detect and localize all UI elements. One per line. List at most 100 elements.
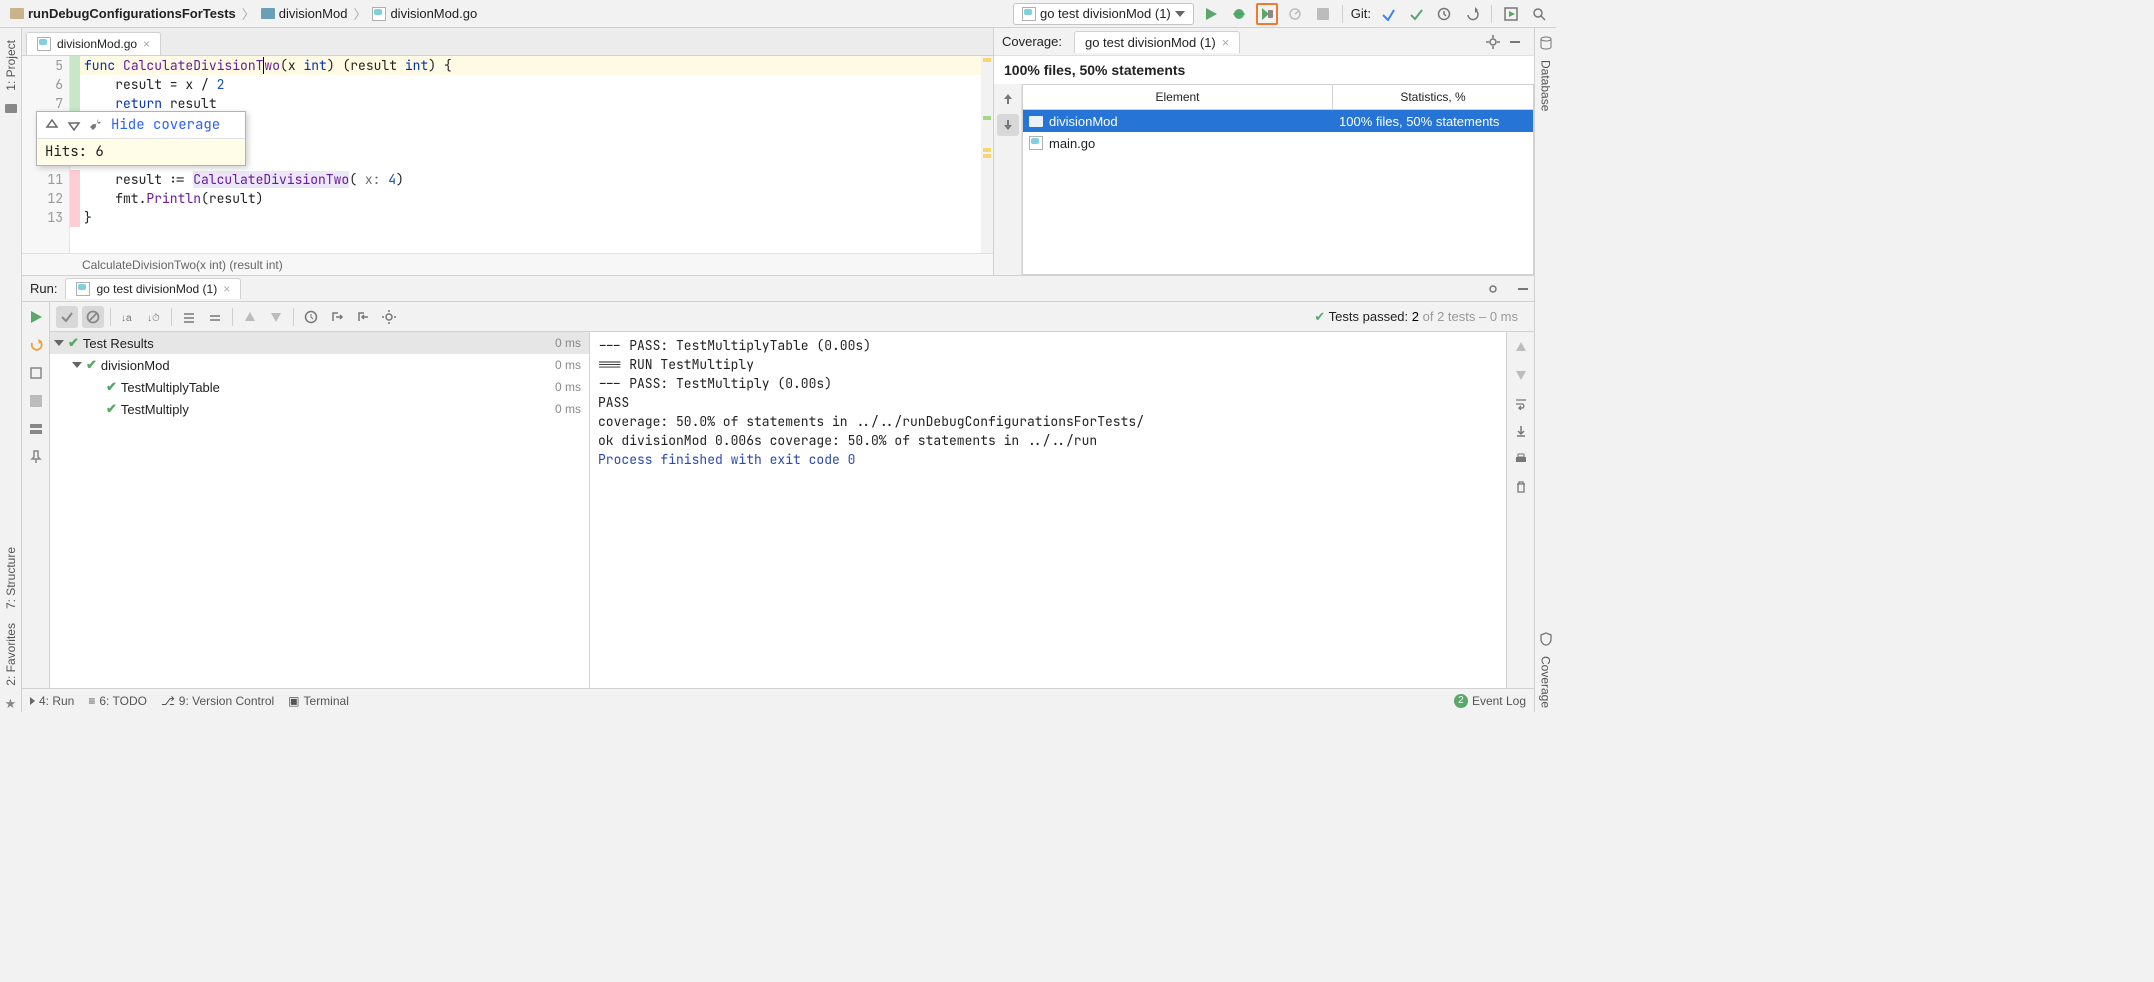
show-passed-button[interactable]	[56, 306, 78, 328]
search-everywhere-button[interactable]	[1528, 3, 1550, 25]
event-log-button[interactable]: 2Event Log	[1454, 694, 1526, 708]
prev-test-button[interactable]	[239, 306, 261, 328]
collapse-all-button[interactable]	[204, 306, 226, 328]
profile-button[interactable]	[1284, 3, 1306, 25]
code-line: fmt.Println(result)	[80, 189, 981, 208]
settings-button[interactable]	[1482, 31, 1504, 53]
expand-all-button[interactable]	[178, 306, 200, 328]
sort-duration-button[interactable]: ↓⏱	[143, 306, 165, 328]
coverage-row[interactable]: main.go	[1023, 132, 1533, 154]
test-tree-item[interactable]: ✔ TestMultiply 0 ms	[50, 398, 589, 420]
test-history-button[interactable]	[300, 306, 322, 328]
import-tests-button[interactable]	[326, 306, 348, 328]
folder-icon	[4, 101, 18, 115]
branch-icon: ⎇	[161, 694, 175, 708]
column-element[interactable]: Element	[1023, 85, 1333, 109]
test-settings-button[interactable]	[378, 306, 400, 328]
vcs-rollback-button[interactable]	[1461, 3, 1483, 25]
coverage-row-stats: 100% files, 50% statements	[1333, 114, 1533, 129]
level-up-button[interactable]	[997, 88, 1019, 110]
scroll-up-button[interactable]	[1510, 336, 1532, 358]
sort-alpha-button[interactable]: ↓a	[117, 306, 139, 328]
run-tool-button[interactable]: 4: Run	[30, 694, 74, 708]
test-tree-item[interactable]: ✔ TestMultiplyTable 0 ms	[50, 376, 589, 398]
test-tree-package[interactable]: ✔ divisionMod 0 ms	[50, 354, 589, 376]
next-test-button[interactable]	[265, 306, 287, 328]
scroll-down-button[interactable]	[1510, 364, 1532, 386]
show-ignored-button[interactable]	[82, 306, 104, 328]
coverage-popup-toolbar: Hide coverage	[37, 112, 245, 139]
stop-button[interactable]	[1312, 3, 1334, 25]
build-button[interactable]	[1500, 3, 1522, 25]
editor-scrollbar[interactable]	[981, 56, 993, 253]
arrow-up-icon[interactable]	[45, 118, 59, 132]
editor-tab[interactable]: divisionMod.go ×	[26, 32, 161, 55]
wrench-icon[interactable]	[89, 118, 103, 132]
console-output[interactable]: --- PASS: TestMultiplyTable (0.00s) === …	[590, 332, 1506, 688]
clear-button[interactable]	[1510, 476, 1532, 498]
settings-button[interactable]	[1482, 278, 1504, 300]
breadcrumb-mid[interactable]: divisionMod	[257, 4, 352, 23]
scroll-to-end-button[interactable]	[1510, 420, 1532, 442]
run-button[interactable]	[1200, 3, 1222, 25]
hide-coverage-link[interactable]: Hide coverage	[111, 116, 220, 134]
vcs-history-button[interactable]	[1433, 3, 1455, 25]
soft-wrap-button[interactable]	[1510, 392, 1532, 414]
chevron-down-icon[interactable]	[54, 340, 64, 346]
vcs-commit-button[interactable]	[1405, 3, 1427, 25]
code-editor[interactable]: 5 6 7 11 12 13	[22, 56, 993, 253]
vcs-tool-button[interactable]: ⎇9: Version Control	[161, 694, 274, 708]
favorites-tool-tab[interactable]: 2: Favorites	[4, 619, 18, 690]
run-with-coverage-button[interactable]	[1256, 3, 1278, 25]
database-icon	[1539, 36, 1553, 50]
column-stats[interactable]: Statistics, %	[1333, 85, 1533, 109]
run-split: ✔ Test Results 0 ms ✔ divisionMod 0 ms	[50, 332, 1534, 688]
chevron-down-icon[interactable]	[72, 362, 82, 368]
breadcrumb-root[interactable]: runDebugConfigurationsForTests	[6, 4, 240, 23]
flatten-button[interactable]	[997, 114, 1019, 136]
line-number: 6	[22, 75, 63, 94]
close-icon[interactable]: ×	[223, 282, 230, 296]
coverage-summary: 100% files, 50% statements	[994, 56, 1534, 84]
top-navbar: runDebugConfigurationsForTests 〉 divisio…	[0, 0, 1556, 28]
breadcrumb-file[interactable]: divisionMod.go	[368, 4, 481, 23]
test-tree[interactable]: ✔ Test Results 0 ms ✔ divisionMod 0 ms	[50, 332, 590, 688]
folder-icon	[1029, 116, 1043, 127]
run-config-selector[interactable]: go test divisionMod (1)	[1013, 3, 1194, 25]
close-icon[interactable]: ×	[143, 37, 150, 51]
export-tests-button[interactable]	[352, 306, 374, 328]
arrow-down-icon[interactable]	[67, 118, 81, 132]
chevron-down-icon	[1175, 11, 1185, 17]
test-time: 0 ms	[555, 402, 589, 416]
coverage-miss	[70, 189, 80, 208]
print-button[interactable]	[1510, 448, 1532, 470]
toggle-auto-test-button[interactable]	[25, 362, 47, 384]
rerun-failed-button[interactable]	[25, 334, 47, 356]
rerun-button[interactable]	[25, 306, 47, 328]
database-tool-tab[interactable]: Database	[1539, 56, 1553, 115]
minimize-button[interactable]	[1512, 278, 1534, 300]
debug-button[interactable]	[1228, 3, 1250, 25]
layout-button[interactable]	[25, 418, 47, 440]
coverage-tool-tab[interactable]: Coverage	[1539, 652, 1553, 712]
minimize-button[interactable]	[1504, 31, 1526, 53]
list-icon: ≡	[88, 694, 95, 708]
close-icon[interactable]: ×	[1222, 35, 1230, 50]
pin-button[interactable]	[25, 446, 47, 468]
structure-tool-tab[interactable]: 7: Structure	[4, 543, 18, 613]
go-file-icon	[1022, 7, 1036, 21]
coverage-tool-label: Coverage	[1539, 656, 1553, 708]
left-tool-strip: 1: Project 7: Structure 2: Favorites ★	[0, 28, 22, 712]
todo-tool-button[interactable]: ≡6: TODO	[88, 694, 147, 708]
console-line: --- PASS: TestMultiply (0.00s)	[598, 374, 1498, 393]
coverage-tab[interactable]: go test divisionMod (1)×	[1074, 31, 1240, 53]
test-tree-root[interactable]: ✔ Test Results 0 ms	[50, 332, 589, 354]
run-tab[interactable]: go test divisionMod (1)×	[65, 278, 241, 299]
coverage-row[interactable]: divisionMod 100% files, 50% statements	[1023, 110, 1533, 132]
stop-button[interactable]	[25, 390, 47, 412]
project-tool-tab[interactable]: 1: Project	[4, 36, 18, 95]
run-config-label: go test divisionMod (1)	[1040, 6, 1171, 21]
vcs-update-button[interactable]	[1377, 3, 1399, 25]
scroll-marker	[983, 154, 991, 158]
terminal-tool-button[interactable]: ▣Terminal	[288, 694, 349, 708]
